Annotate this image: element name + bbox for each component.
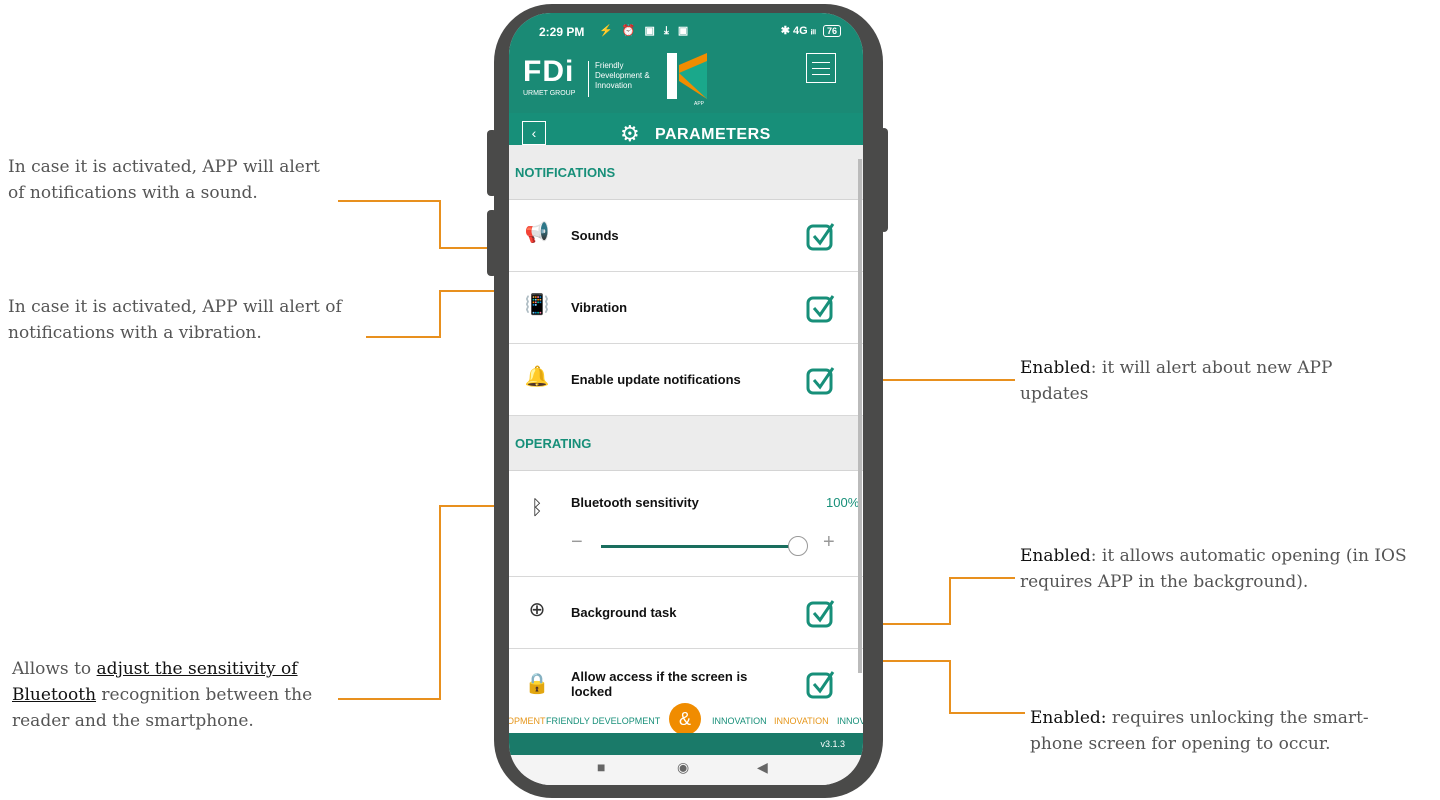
bluetooth-icon: ᛒ bbox=[531, 497, 543, 519]
phone-power-button bbox=[880, 128, 888, 232]
android-nav-bar: ■ ◉ ◀ bbox=[509, 755, 863, 785]
bell-icon: 🔔 bbox=[524, 366, 550, 388]
section-operating: OPERATING bbox=[509, 416, 863, 471]
setting-label-vibration: Vibration bbox=[571, 300, 628, 315]
checkbox-sounds[interactable] bbox=[806, 221, 836, 251]
ticker-text-4: INNOVATION bbox=[774, 716, 829, 726]
checkbox-locked-access[interactable] bbox=[806, 669, 836, 699]
checkbox-vibration[interactable] bbox=[806, 293, 836, 323]
slider-increase-button[interactable]: + bbox=[823, 531, 835, 554]
battery-icon: 76 bbox=[822, 25, 841, 37]
signal-icon: ✱ 4G ᵢₗₗ bbox=[780, 25, 816, 37]
chevron-left-icon: ‹ bbox=[531, 125, 537, 141]
app-header: FDi URMET GROUP Friendly Development & I… bbox=[509, 47, 863, 113]
padlock-icon: 🔒 bbox=[524, 673, 550, 695]
logo-divider bbox=[588, 61, 589, 97]
phone-side-button-upper bbox=[487, 130, 497, 196]
setting-row-background-task[interactable]: ⊕ Background task bbox=[509, 577, 863, 649]
ticker-text-2: FRIENDLY DEVELOPMENT bbox=[546, 716, 661, 726]
page-title: PARAMETERS bbox=[655, 126, 771, 143]
phone-side-button-lower bbox=[487, 210, 497, 276]
section-operating-label: OPERATING bbox=[515, 436, 592, 451]
status-bar: 2:29 PM ⚡ ⏰ ▣ ⤓ ▣ ✱ 4G ᵢₗₗ 76 bbox=[509, 13, 863, 47]
setting-label-background-task: Background task bbox=[571, 605, 677, 620]
status-right: ✱ 4G ᵢₗₗ 76 bbox=[781, 24, 841, 37]
ampersand-badge: & bbox=[669, 703, 701, 735]
connector-bluetooth bbox=[338, 505, 512, 700]
setting-row-update-notifications[interactable]: 🔔 Enable update notifications bbox=[509, 344, 863, 416]
menu-bar-2 bbox=[812, 68, 830, 69]
menu-bar-3 bbox=[812, 74, 830, 75]
checkbox-background-task[interactable] bbox=[806, 598, 836, 628]
fdi-logo: FDi bbox=[523, 55, 575, 88]
ticker-text-1: OPMENT bbox=[509, 716, 546, 726]
bluetooth-slider-knob[interactable] bbox=[788, 536, 808, 556]
k-app-logo bbox=[667, 53, 707, 99]
vibration-icon: 📳 bbox=[524, 294, 550, 316]
setting-row-bluetooth-sensitivity: ᛒ Bluetooth sensitivity 100% − + bbox=[509, 471, 863, 577]
menu-button[interactable] bbox=[806, 53, 836, 83]
gear-icon: ⚙ bbox=[620, 121, 640, 146]
fdi-tagline: Friendly Development & Innovation bbox=[595, 61, 650, 90]
setting-row-vibration[interactable]: 📳 Vibration bbox=[509, 272, 863, 344]
phone-screen: 2:29 PM ⚡ ⏰ ▣ ⤓ ▣ ✱ 4G ᵢₗₗ 76 FDi URMET … bbox=[509, 13, 863, 785]
checkbox-update-notifications[interactable] bbox=[806, 365, 836, 395]
back-triangle-icon[interactable]: ◀ bbox=[757, 759, 768, 776]
section-notifications-label: NOTIFICATIONS bbox=[515, 165, 616, 180]
bluetooth-sensitivity-value: 100% bbox=[826, 495, 860, 510]
connector-sounds bbox=[338, 200, 512, 249]
app-footer: v3.1.3 bbox=[509, 733, 863, 755]
status-icons: ⚡ ⏰ ▣ ⤓ ▣ bbox=[599, 25, 692, 37]
fdi-logo-subtitle: URMET GROUP bbox=[523, 90, 576, 97]
connector-vibration bbox=[366, 290, 512, 338]
setting-label-locked-access: Allow access if the screen is locked bbox=[571, 669, 748, 699]
status-time: 2:29 PM bbox=[539, 25, 585, 39]
setting-label-sounds: Sounds bbox=[571, 228, 619, 243]
ticker-text-5: INNOV bbox=[837, 716, 863, 726]
section-notifications: NOTIFICATIONS bbox=[509, 145, 863, 200]
home-circle-icon[interactable]: ◉ bbox=[677, 759, 689, 776]
slider-decrease-button[interactable]: − bbox=[571, 531, 583, 554]
back-button[interactable]: ‹ bbox=[522, 121, 546, 145]
bluetooth-slider-track[interactable] bbox=[601, 545, 796, 548]
ticker-text-3: INNOVATION bbox=[712, 716, 767, 726]
connector-locked bbox=[882, 660, 1025, 714]
app-version: v3.1.3 bbox=[820, 739, 845, 749]
target-icon: ⊕ bbox=[528, 599, 546, 621]
setting-label-bluetooth: Bluetooth sensitivity bbox=[571, 495, 699, 510]
megaphone-icon: 📢 bbox=[524, 222, 550, 244]
setting-row-sounds[interactable]: 📢 Sounds bbox=[509, 200, 863, 272]
menu-bar-1 bbox=[812, 62, 830, 63]
k-app-subtitle: APP bbox=[694, 101, 705, 107]
scrollbar[interactable] bbox=[858, 159, 862, 673]
setting-label-update-notifications: Enable update notifications bbox=[571, 372, 741, 387]
setting-row-locked-access[interactable]: 🔒 Allow access if the screen is locked bbox=[509, 649, 863, 711]
connector-background bbox=[882, 577, 1015, 625]
recents-square-icon[interactable]: ■ bbox=[597, 759, 605, 775]
